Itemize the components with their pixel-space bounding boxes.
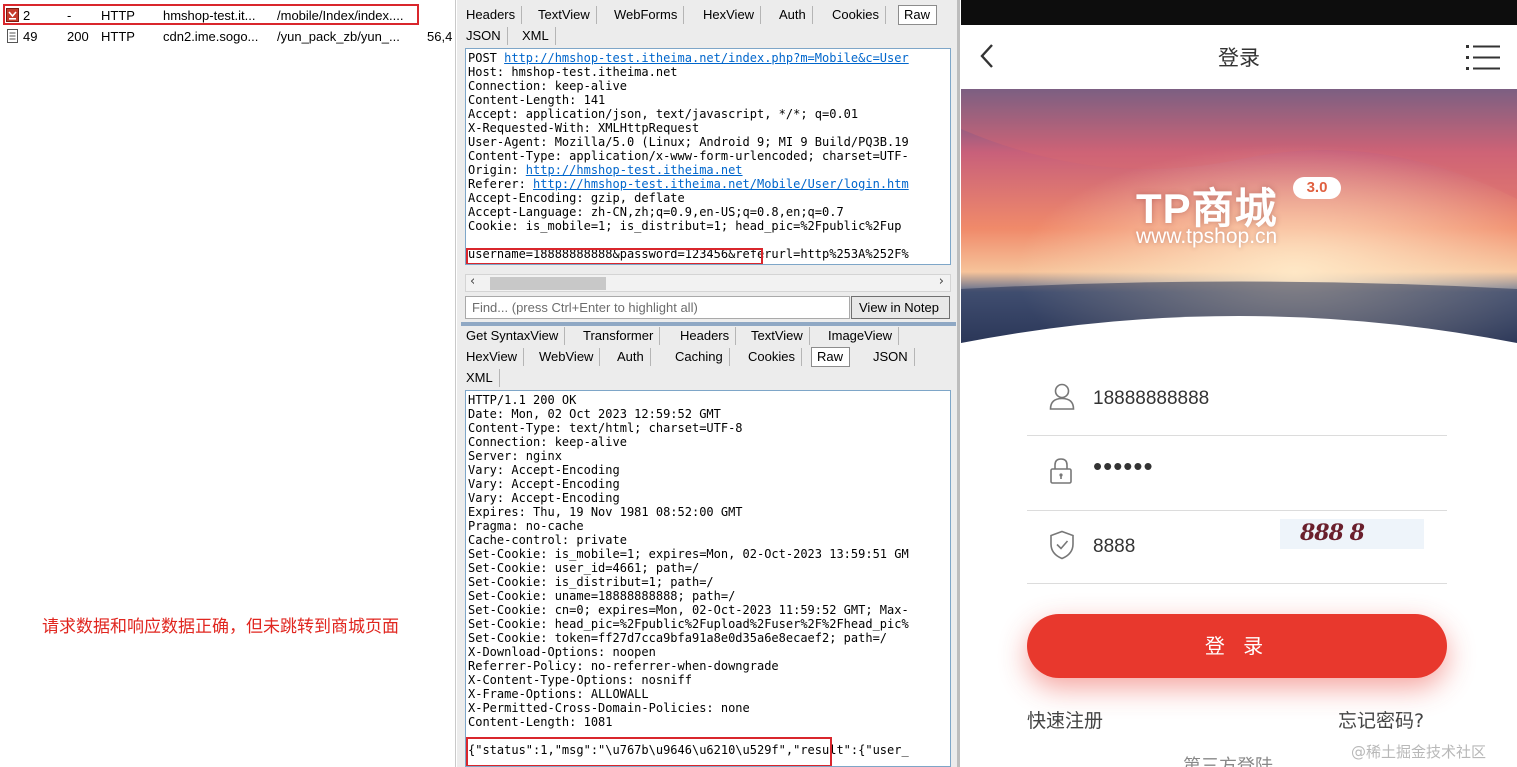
shield-icon <box>1049 530 1075 564</box>
tab-webforms[interactable]: WebForms <box>609 6 685 24</box>
request-headers-2: Accept-Encoding: gzip, deflate Accept-La… <box>468 191 902 233</box>
tab-json[interactable]: JSON <box>868 348 915 366</box>
phone-screen: 登录 TP商城 3.0 www.tpshop.cn 18888888888 ••… <box>961 0 1517 767</box>
captcha-value: 8888 <box>1093 536 1136 557</box>
annotation-note: 请求数据和响应数据正确，但未跳转到商城页面 <box>42 617 399 637</box>
highlight-box <box>466 737 832 766</box>
login-button[interactable]: 登 录 <box>1027 614 1447 678</box>
third-party-login-label: 第三方登陆 <box>1183 756 1273 767</box>
nav-bar: 登录 <box>961 25 1517 89</box>
referer-label: Referer: <box>468 177 534 191</box>
scroll-left-icon[interactable]: ‹ <box>470 274 475 289</box>
password-value: •••••• <box>1093 451 1154 481</box>
captcha-image-text: 888 8 <box>1300 520 1365 546</box>
session-host: cdn2.ime.sogo... <box>163 29 259 44</box>
request-tab-row: Headers TextView WebForms HexView Auth C… <box>461 4 956 25</box>
lock-icon <box>1049 457 1073 489</box>
captcha-image[interactable]: 888 8 <box>1280 519 1424 549</box>
session-number: 49 <box>23 29 38 44</box>
document-icon <box>6 29 19 43</box>
tab-textview[interactable]: TextView <box>533 6 597 24</box>
tab-webview[interactable]: WebView <box>534 348 601 366</box>
view-in-notepad-button[interactable]: View in Notep <box>851 296 950 319</box>
tab-transformer[interactable]: Transformer <box>578 327 661 345</box>
username-field[interactable]: 18888888888 <box>1027 362 1447 436</box>
referer-url[interactable]: http://hmshop-test.itheima.net/Mobile/Us… <box>533 177 909 191</box>
tab-json[interactable]: JSON <box>461 27 508 45</box>
user-icon <box>1049 382 1075 414</box>
forgot-password-link[interactable]: 忘记密码? <box>1338 706 1424 733</box>
session-protocol: HTTP <box>101 29 135 44</box>
banner-image: TP商城 3.0 www.tpshop.cn <box>961 89 1517 343</box>
tab-hexview[interactable]: HexView <box>698 6 762 24</box>
brand-url: www.tpshop.cn <box>1136 225 1278 248</box>
watermark: @稀土掘金技术社区 <box>1351 743 1487 761</box>
request-url[interactable]: http://hmshop-test.itheima.net/index.php… <box>504 51 909 65</box>
session-list: 2 - HTTP hmshop-test.it... /mobile/Index… <box>0 0 456 767</box>
session-body-size: 56,4 <box>427 29 453 44</box>
response-tab-row-3: XML <box>461 367 956 388</box>
response-headers: HTTP/1.1 200 OK Date: Mon, 02 Oct 2023 1… <box>468 393 909 729</box>
session-result: 200 <box>67 29 89 44</box>
tab-textview[interactable]: TextView <box>746 327 810 345</box>
tab-cookies[interactable]: Cookies <box>827 6 886 24</box>
request-headers: Host: hmshop-test.itheima.net Connection… <box>468 65 909 163</box>
origin-url[interactable]: http://hmshop-test.itheima.net <box>526 163 743 177</box>
request-raw-view[interactable]: POST http://hmshop-test.itheima.net/inde… <box>465 48 951 265</box>
inspector-panel: Headers TextView WebForms HexView Auth C… <box>457 0 960 767</box>
status-bar <box>961 0 1517 25</box>
response-tab-row: Get SyntaxView Transformer Headers TextV… <box>461 325 956 346</box>
session-url: /yun_pack_zb/yun_... <box>277 29 400 44</box>
tab-auth[interactable]: Auth <box>774 6 813 24</box>
tab-get-syntaxview[interactable]: Get SyntaxView <box>461 327 566 345</box>
page-title: 登录 <box>1218 46 1260 70</box>
tab-caching[interactable]: Caching <box>670 348 730 366</box>
tab-hexview[interactable]: HexView <box>461 348 525 366</box>
find-input[interactable]: Find... (press Ctrl+Enter to highlight a… <box>465 296 850 319</box>
register-link[interactable]: 快速注册 <box>1027 706 1103 733</box>
response-raw-view[interactable]: HTTP/1.1 200 OK Date: Mon, 02 Oct 2023 1… <box>465 390 951 767</box>
response-tab-row-2: HexView WebView Auth Caching Cookies Raw… <box>461 346 956 367</box>
captcha-field[interactable]: 8888 888 8 <box>1027 510 1447 584</box>
username-value: 18888888888 <box>1093 388 1210 409</box>
tab-xml[interactable]: XML <box>461 369 500 387</box>
tab-headers[interactable]: Headers <box>461 6 523 24</box>
tab-raw[interactable]: Raw <box>811 347 851 367</box>
tab-xml[interactable]: XML <box>517 27 556 45</box>
horizontal-scrollbar[interactable]: ‹ › <box>465 274 951 292</box>
highlight-box <box>3 4 419 25</box>
request-tab-row-2: JSON XML <box>461 25 956 46</box>
origin-label: Origin: <box>468 163 526 177</box>
version-badge: 3.0 <box>1293 177 1341 199</box>
menu-icon[interactable] <box>1466 45 1500 75</box>
session-row[interactable]: 49 200 HTTP cdn2.ime.sogo... /yun_pack_z… <box>0 26 456 47</box>
tab-auth[interactable]: Auth <box>612 348 651 366</box>
tab-cookies[interactable]: Cookies <box>743 348 802 366</box>
scrollbar-thumb[interactable] <box>490 277 606 290</box>
highlight-box <box>466 248 763 264</box>
password-field[interactable]: •••••• <box>1027 437 1447 511</box>
tab-imageview[interactable]: ImageView <box>823 327 900 345</box>
tab-headers[interactable]: Headers <box>675 327 737 345</box>
request-method: POST <box>468 51 505 65</box>
tab-raw[interactable]: Raw <box>898 5 938 25</box>
scroll-right-icon[interactable]: › <box>939 274 944 289</box>
